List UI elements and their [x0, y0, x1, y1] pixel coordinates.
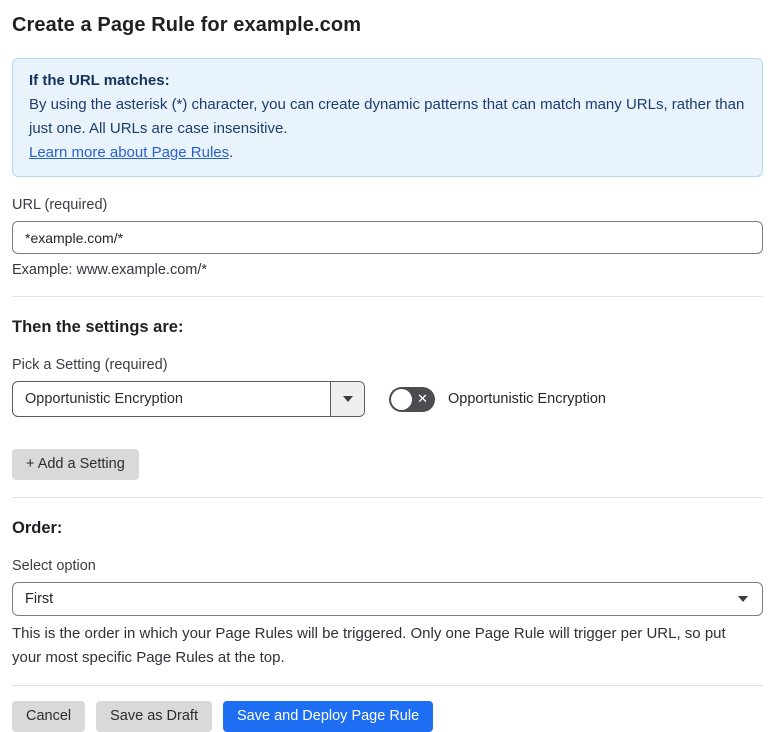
info-box-heading: If the URL matches:: [29, 72, 170, 89]
page-rule-form: Create a Page Rule for example.com If th…: [0, 0, 775, 732]
divider: [12, 296, 763, 297]
info-box-link-line: Learn more about Page Rules.: [29, 141, 746, 165]
page-title: Create a Page Rule for example.com: [12, 14, 362, 36]
opportunistic-encryption-toggle[interactable]: ✕: [389, 386, 435, 412]
setting-dropdown-arrow-button[interactable]: [330, 382, 364, 416]
settings-section-heading: Then the settings are:: [12, 318, 184, 336]
divider: [12, 685, 763, 686]
link-suffix: .: [229, 144, 234, 161]
divider: [12, 497, 763, 498]
url-example-helper: Example: www.example.com/*: [12, 262, 208, 278]
order-select-value: First: [25, 591, 54, 607]
x-icon: ✕: [417, 391, 428, 407]
setting-dropdown[interactable]: Opportunistic Encryption: [12, 381, 365, 417]
order-select-label: Select option: [12, 558, 96, 574]
order-select[interactable]: First: [12, 582, 763, 616]
chevron-down-icon: [342, 396, 353, 402]
url-field-label: URL (required): [12, 197, 108, 213]
setting-row: Opportunistic Encryption ✕ Opportunistic…: [12, 381, 763, 417]
learn-more-link[interactable]: Learn more about Page Rules: [29, 144, 229, 161]
toggle-label: Opportunistic Encryption: [448, 391, 606, 407]
url-matches-info-box: If the URL matches: By using the asteris…: [12, 58, 763, 177]
order-section-heading: Order:: [12, 519, 63, 537]
info-box-body: By using the asterisk (*) character, you…: [29, 96, 745, 137]
toggle-knob: [391, 388, 412, 410]
setting-picker-label: Pick a Setting (required): [12, 357, 168, 373]
setting-dropdown-value: Opportunistic Encryption: [25, 391, 183, 407]
order-helper-text: This is the order in which your Page Rul…: [12, 625, 726, 666]
url-input[interactable]: [12, 221, 763, 254]
chevron-down-icon: [738, 596, 748, 602]
add-setting-button[interactable]: + Add a Setting: [12, 449, 139, 480]
